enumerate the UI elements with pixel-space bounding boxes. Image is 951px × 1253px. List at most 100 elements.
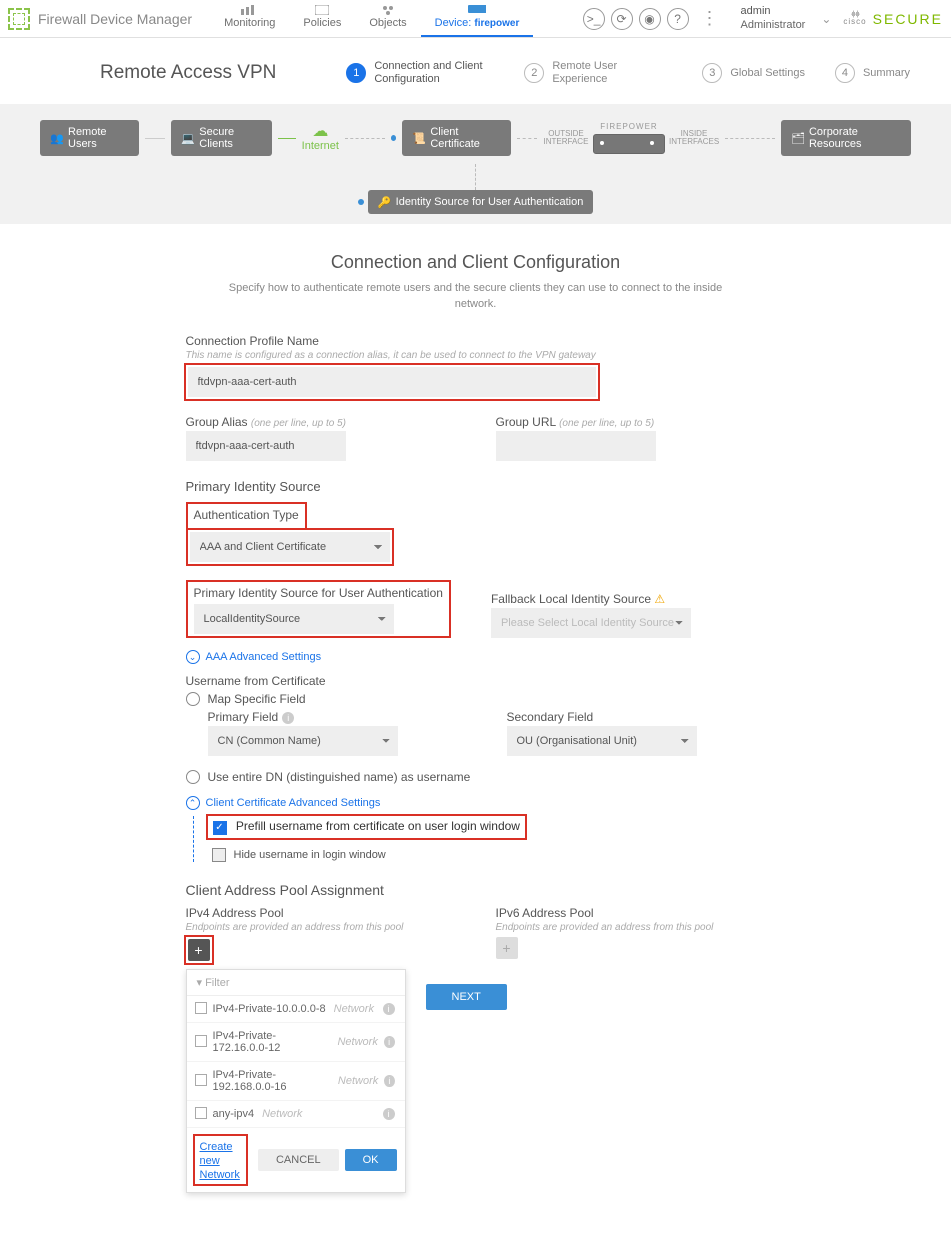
status-icon[interactable]: ◉ [639,8,661,30]
info-icon[interactable]: i [384,1075,394,1087]
fallback-source-select[interactable]: Please Select Local Identity Source [491,608,691,638]
topo-identity-source: 🔑Identity Source for User Authentication [368,190,594,214]
header-actions: >_ ⟳ ◉ ? ⋮ admin Administrator ⌄ ·ı|ı·ı|… [583,5,943,31]
network-icon [197,1037,207,1047]
main-form: Connection and Client Configuration Spec… [96,224,856,1252]
cert-advanced-toggle[interactable]: ⌃ Client Certificate Advanced Settings [186,796,766,810]
cli-icon[interactable]: >_ [583,8,605,30]
secondary-field-label: Secondary Field [507,710,766,724]
network-picker-popup: ▾ Filter IPv4-Private-10.0.0.0-8Networki… [186,969,406,1193]
primary-identity-heading: Primary Identity Source [186,479,766,494]
profile-name-input[interactable] [188,367,596,397]
step-3[interactable]: 3Global Settings [702,63,805,83]
ipv4-pool-label: IPv4 Address Pool [186,906,456,920]
logo-icon [8,8,30,30]
nav-device-name: firepower [474,18,519,29]
chevron-down-icon[interactable]: ⌄ [821,12,831,26]
firepower-device-icon [593,134,665,154]
deploy-icon[interactable]: ⟳ [611,8,633,30]
info-icon[interactable]: i [383,1003,395,1015]
next-button[interactable]: NEXT [426,984,507,1010]
step-1[interactable]: 1Connection and Client Configuration [346,60,494,86]
nav-objects[interactable]: Objects [355,1,420,37]
nav-objects-label: Objects [369,17,406,29]
add-ipv4-pool-button[interactable]: + [188,939,210,961]
primary-field-label: Primary Field [208,710,279,724]
help-icon[interactable]: ? [667,8,689,30]
device-icon [468,5,486,15]
identity-icon: 🔑 [378,196,390,208]
network-option[interactable]: IPv4-Private-172.16.0.0-12Networki [187,1023,405,1062]
topo-firepower: FIREPOWER [593,122,665,154]
group-url-label: Group URL [496,415,556,429]
outside-interface-label: OUTSIDE INTERFACE [543,130,589,146]
username-from-cert-label: Username from Certificate [186,674,766,688]
fallback-source-label: Fallback Local Identity Source [491,592,651,606]
create-network-link[interactable]: Create new Network [200,1141,240,1181]
group-alias-label: Group Alias [186,415,248,429]
info-icon[interactable]: i [383,1108,395,1120]
collapse-up-icon: ⌃ [186,796,200,810]
nav-device[interactable]: Device: firepower [421,1,534,37]
page-title: Remote Access VPN [100,62,276,84]
user-role: Administrator [741,19,806,32]
nav-policies[interactable]: Policies [289,1,355,37]
wizard-header: Remote Access VPN 1Connection and Client… [0,38,951,104]
add-ipv6-pool-button[interactable]: + [496,937,518,959]
topo-secure-clients: 💻Secure Clients [171,120,271,156]
objects-icon [379,5,397,15]
monitoring-icon [241,5,259,15]
user-name: admin [741,5,806,18]
expand-down-icon: ⌄ [186,650,200,664]
primary-field-select[interactable]: CN (Common Name) [208,726,398,756]
topbar: Firewall Device Manager Monitoring Polic… [0,0,951,38]
aaa-advanced-toggle[interactable]: ⌄ AAA Advanced Settings [186,650,766,664]
inside-interfaces-label: INSIDE INTERFACES [669,130,719,146]
network-option[interactable]: any-ipv4Networki [187,1101,405,1128]
ipv6-pool-hint: Endpoints are provided an address from t… [496,922,766,933]
resources-icon: 🗂 [791,132,803,144]
group-alias-input[interactable] [186,431,346,461]
filter-input[interactable]: ▾ Filter [187,970,405,996]
network-option[interactable]: IPv4-Private-192.168.0.0-16Networki [187,1062,405,1101]
info-icon[interactable]: i [384,1036,395,1048]
form-heading: Connection and Client Configuration [96,252,856,273]
radio-map-specific[interactable]: Map Specific Field [186,692,766,706]
profile-name-hint: This name is configured as a connection … [186,350,766,361]
user-menu[interactable]: admin Administrator [741,5,806,31]
cloud-icon: ☁ [312,124,328,140]
primary-id-source-select[interactable]: LocalIdentitySource [194,604,394,634]
ipv4-pool-hint: Endpoints are provided an address from t… [186,922,456,933]
auth-type-select[interactable]: AAA and Client Certificate [190,532,390,562]
secure-logo: SECURE [873,11,943,27]
network-icon [197,1076,207,1086]
users-icon: 👥 [50,132,62,144]
step-4[interactable]: 4Summary [835,63,910,83]
network-option[interactable]: IPv4-Private-10.0.0.0-8Networki [187,996,405,1023]
nav-monitoring-label: Monitoring [224,17,275,29]
more-icon[interactable]: ⋮ [695,8,725,29]
radio-use-dn[interactable]: Use entire DN (distinguished name) as us… [186,770,766,784]
cisco-logo: cisco [843,18,866,26]
app-title: Firewall Device Manager [38,11,192,27]
cert-icon: 📜 [412,132,424,144]
ipv6-pool-label: IPv6 Address Pool [496,906,766,920]
topo-client-cert: 📜Client Certificate [402,120,511,156]
group-url-input[interactable] [496,431,656,461]
secondary-field-select[interactable]: OU (Organisational Unit) [507,726,697,756]
cancel-button[interactable]: CANCEL [258,1149,339,1171]
hide-username-checkbox[interactable] [212,848,226,862]
laptop-icon: 💻 [181,132,193,144]
topo-corporate: 🗂Corporate Resources [781,120,911,156]
main-nav: Monitoring Policies Objects Device: fire… [210,1,533,37]
nav-policies-label: Policies [303,17,341,29]
step-2[interactable]: 2Remote User Experience [524,60,672,86]
ok-button[interactable]: OK [345,1149,397,1171]
profile-name-label: Connection Profile Name [186,334,766,348]
address-pool-heading: Client Address Pool Assignment [186,882,766,898]
nav-monitoring[interactable]: Monitoring [210,1,289,37]
prefill-username-checkbox[interactable]: ✓ [213,821,227,835]
info-icon[interactable]: i [282,712,294,724]
warning-icon: ⚠ [654,592,665,606]
auth-type-label: Authentication Type [194,508,299,522]
